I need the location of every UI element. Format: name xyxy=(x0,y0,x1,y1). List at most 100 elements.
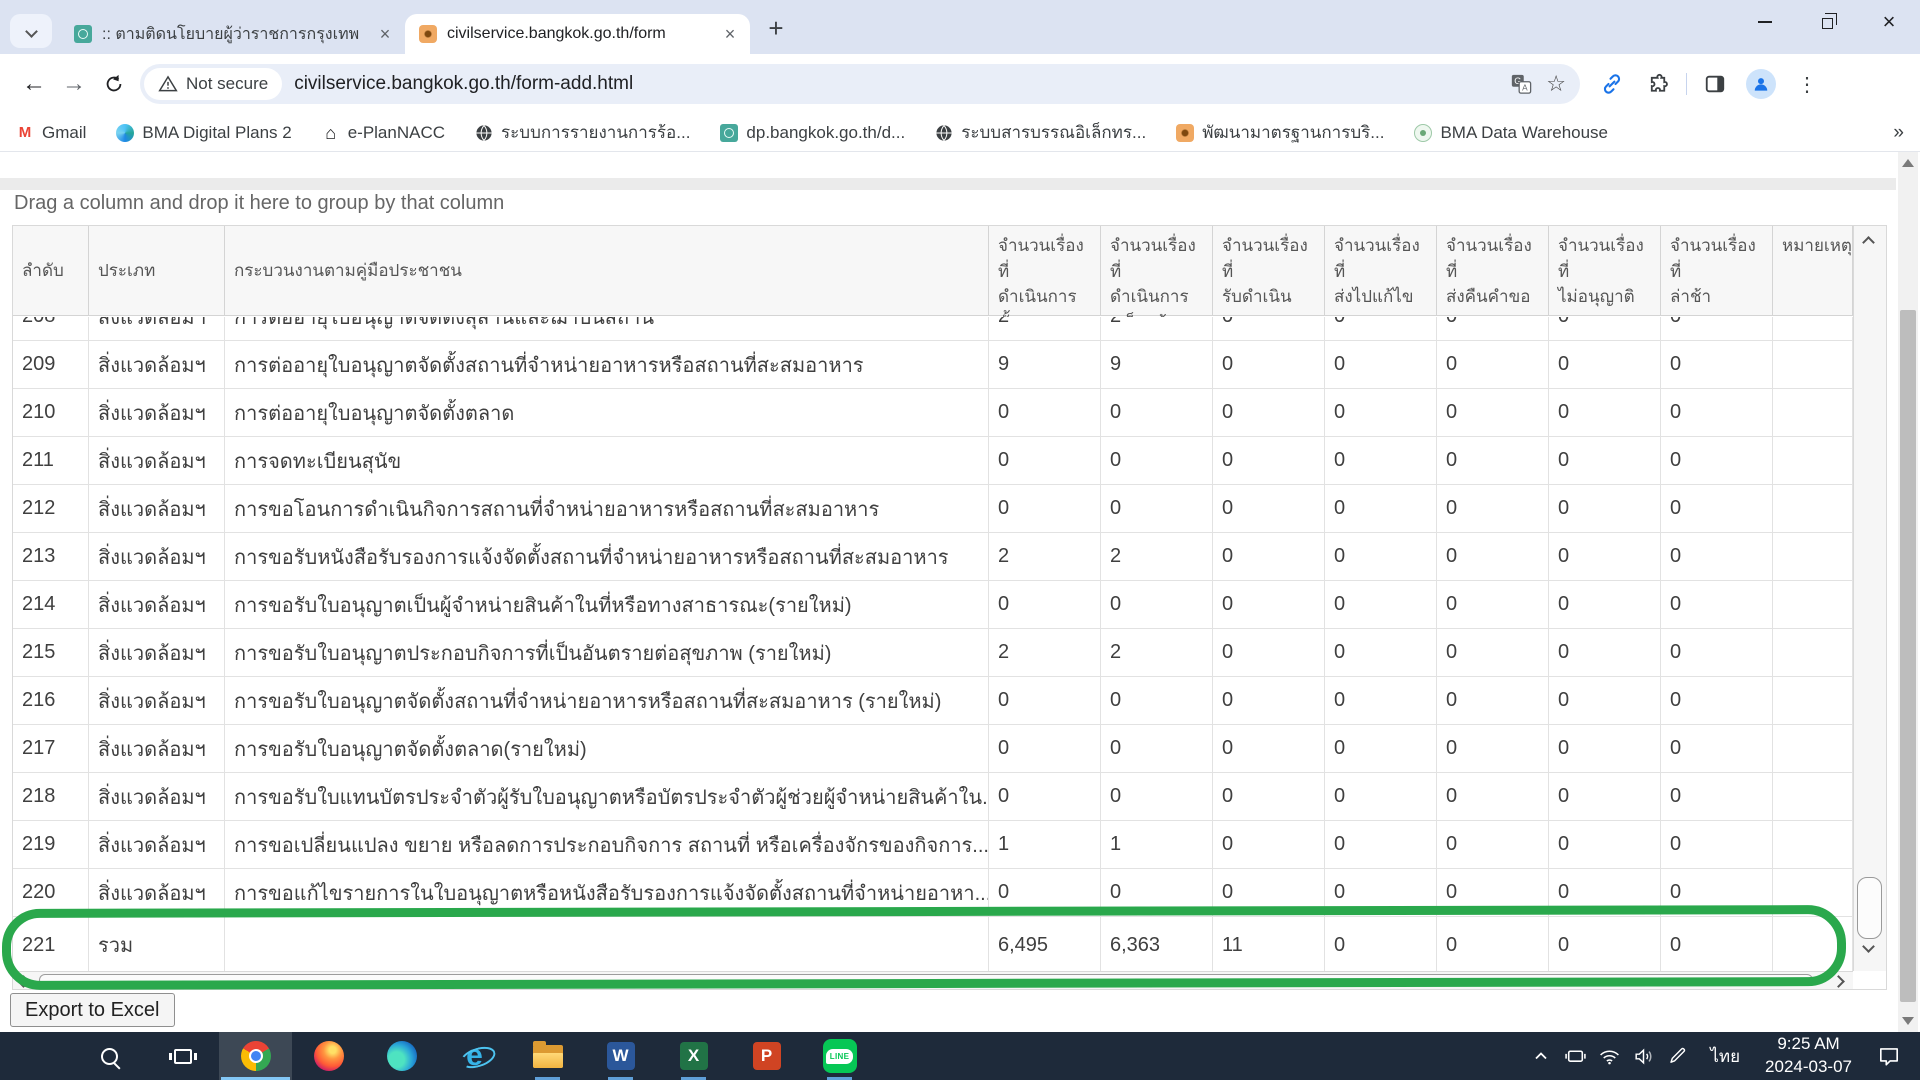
browser-tab[interactable]: civilservice.bangkok.go.th/form xyxy=(405,14,750,54)
page-scrollbar-thumb[interactable] xyxy=(1900,310,1916,1002)
volume-icon[interactable] xyxy=(1626,1035,1660,1077)
taskbar-clock[interactable]: 9:25 AM 2024-03-07 xyxy=(1765,1033,1852,1079)
language-indicator[interactable]: ไทย xyxy=(1710,1043,1740,1070)
table-row[interactable]: 218 สิ่งแวดล้อมฯ การขอรับใบแทนบัตรประจำตัว… xyxy=(13,773,1853,821)
bookmarks-overflow-icon[interactable]: » xyxy=(1893,122,1904,144)
grid-vertical-scrollbar[interactable] xyxy=(1853,226,1886,971)
table-row[interactable]: 211 สิ่งแวดล้อมฯ การจดทะเบียนสุนัข 0 0 0 0 0 0 0 xyxy=(13,437,1853,485)
browser-menu-button[interactable] xyxy=(1789,66,1825,102)
taskbar-start-button[interactable] xyxy=(0,1032,73,1080)
table-row[interactable]: 217 สิ่งแวดล้อมฯ การขอรับใบอนุญาตจัดตั้งตล… xyxy=(13,725,1853,773)
table-row[interactable]: 215 สิ่งแวดล้อมฯ การขอรับใบอนุญาตประกอบกิจ… xyxy=(13,629,1853,677)
bookmark-item[interactable]: BMA Data Warehouse xyxy=(1414,119,1608,146)
taskbar-edge-button[interactable] xyxy=(365,1032,438,1080)
table-cell: 1 xyxy=(1101,821,1213,868)
taskbar-excel-button[interactable]: X xyxy=(657,1032,730,1080)
table-row[interactable]: 208สิ่งแวดล้อมฯการต่ออายุใบอนุญาตจัดตั้ง… xyxy=(13,317,1853,341)
bookmark-item[interactable]: ระบบการรายงานการร้อ... xyxy=(475,119,690,146)
table-row[interactable]: 212 สิ่งแวดล้อมฯ การขอโอนการดำเนินกิจการสถ… xyxy=(13,485,1853,533)
export-to-excel-button[interactable]: Export to Excel xyxy=(10,993,175,1027)
cast-icon[interactable] xyxy=(1558,1035,1592,1077)
table-cell: สิ่งแวดล้อมฯ xyxy=(89,389,225,436)
column-header[interactable]: จำนวนเรื่องที่ ดำเนินการ ทั้งหมด xyxy=(989,226,1101,332)
restore-button[interactable] xyxy=(1796,0,1858,44)
table-cell: 219 xyxy=(13,821,89,868)
sharing-hub-button[interactable] xyxy=(1594,66,1630,102)
column-header[interactable]: จำนวนเรื่องที่ ไม่อนุญาติ ตามมาตรา 10 xyxy=(1549,226,1661,357)
table-cell: 0 xyxy=(1325,389,1437,436)
address-bar[interactable]: Not secure civilservice.bangkok.go.th/fo… xyxy=(140,64,1580,104)
action-center-button[interactable] xyxy=(1870,1035,1908,1077)
table-row[interactable]: 219 สิ่งแวดล้อมฯ การขอเปลี่ยนแปลง ขยาย หรื… xyxy=(13,821,1853,869)
table-cell: 1 xyxy=(989,821,1101,868)
browser-tab[interactable]: :: ตามติดนโยบายผู้ว่าราชการกรุงเทพ xyxy=(60,14,405,54)
bookmark-item[interactable]: M Gmail xyxy=(16,119,87,146)
column-header[interactable]: จำนวนเรื่องที่ ล่าช้า xyxy=(1661,226,1773,315)
table-row[interactable]: 213 สิ่งแวดล้อมฯ การขอรับหนังสือรับรองการแ… xyxy=(13,533,1853,581)
bookmark-star-icon[interactable] xyxy=(1546,73,1566,95)
table-cell: 0 xyxy=(1437,437,1549,484)
back-button[interactable] xyxy=(14,64,54,104)
pen-icon[interactable] xyxy=(1660,1035,1694,1077)
close-button[interactable] xyxy=(1858,0,1920,44)
tab-close-icon[interactable] xyxy=(718,22,742,46)
table-cell: 0 xyxy=(989,581,1101,628)
column-header[interactable]: จำนวนเรื่องที่ ส่งคืนคำขอ ตามมาตรา 9 xyxy=(1437,226,1549,357)
taskbar-chrome-button[interactable] xyxy=(219,1032,292,1080)
column-header[interactable]: ประเภท xyxy=(89,226,225,315)
table-row[interactable]: 210 สิ่งแวดล้อมฯ การต่ออายุใบอนุญาตจัดตั้ง… xyxy=(13,389,1853,437)
taskbar-line-button[interactable]: LINE xyxy=(803,1032,876,1080)
table-row[interactable]: 209 สิ่งแวดล้อมฯ การต่ออายุใบอนุญาตจัดตั้ง… xyxy=(13,341,1853,389)
extensions-button[interactable] xyxy=(1640,66,1676,102)
column-header[interactable]: ลำดับ xyxy=(13,226,89,315)
avatar xyxy=(1746,69,1776,99)
taskbar-file-explorer-button[interactable] xyxy=(511,1032,584,1080)
bookmark-item[interactable]: ระบบสารบรรณอิเล็กทร... xyxy=(935,119,1146,146)
table-row[interactable]: 216 สิ่งแวดล้อมฯ การขอรับใบอนุญาตจัดตั้งสถ… xyxy=(13,677,1853,725)
page-scrollbar[interactable] xyxy=(1898,152,1918,1032)
tab-search-button[interactable] xyxy=(10,14,52,48)
scroll-up-icon[interactable] xyxy=(1862,236,1875,249)
taskbar-internet-explorer-button[interactable]: e xyxy=(438,1032,511,1080)
chevron-up-icon[interactable] xyxy=(1524,1035,1558,1077)
translate-icon[interactable]: GA xyxy=(1510,73,1532,95)
security-chip[interactable]: Not secure xyxy=(144,68,283,100)
taskbar-powerpoint-button[interactable]: P xyxy=(730,1032,803,1080)
table-cell: 0 xyxy=(1101,725,1213,772)
column-header[interactable]: จำนวนเรื่องที่ รับดำเนินการ xyxy=(1213,226,1325,332)
table-cell: 0 xyxy=(1661,821,1773,868)
scrollbar-down-arrow[interactable] xyxy=(1902,1017,1914,1025)
grid-horizontal-scrollbar[interactable] xyxy=(13,971,1853,989)
table-row[interactable]: 214 สิ่งแวดล้อมฯ การขอรับใบอนุญาตเป็นผู้จำ… xyxy=(13,581,1853,629)
scrollbar-up-arrow[interactable] xyxy=(1902,159,1914,167)
taskbar-search-button[interactable] xyxy=(73,1032,146,1080)
column-header[interactable]: จำนวนเรื่องที่ ส่งไปแก้ไข ตามมาตรา 8 xyxy=(1325,226,1437,357)
forward-button[interactable] xyxy=(54,64,94,104)
column-header[interactable]: กระบวนงานตามคู่มือประชาชน xyxy=(225,226,989,315)
taskbar-firefox-button[interactable] xyxy=(292,1032,365,1080)
bookmark-item[interactable]: พัฒนามาตรฐานการบริ... xyxy=(1176,119,1384,146)
taskbar-word-button[interactable]: W xyxy=(584,1032,657,1080)
scroll-left-icon[interactable] xyxy=(17,975,30,988)
table-cell: 0 xyxy=(1549,533,1661,580)
new-tab-button[interactable] xyxy=(758,10,794,46)
grid-hscroll-thumb[interactable] xyxy=(39,974,1813,986)
reload-button[interactable] xyxy=(94,64,134,104)
taskbar-task-view-button[interactable] xyxy=(146,1032,219,1080)
scroll-down-icon[interactable] xyxy=(1862,940,1875,953)
minimize-button[interactable] xyxy=(1734,0,1796,44)
scroll-right-icon[interactable] xyxy=(1832,975,1845,988)
side-panel-button[interactable] xyxy=(1697,66,1733,102)
wifi-icon[interactable] xyxy=(1592,1035,1626,1077)
column-header[interactable]: จำนวนเรื่องที่ ดำเนินการ เสร็จแล้ว xyxy=(1101,226,1213,332)
bookmark-item[interactable]: dp.bangkok.go.th/d... xyxy=(720,119,905,146)
table-row[interactable]: 221 รวม 6,495 6,363 11 0 0 0 0 xyxy=(13,917,1853,972)
tab-close-icon[interactable] xyxy=(373,22,397,46)
bookmark-item[interactable]: ⌂ e-PlanNACC xyxy=(322,119,445,146)
table-cell: 0 xyxy=(1213,533,1325,580)
grid-vscroll-thumb[interactable] xyxy=(1857,877,1882,939)
column-header[interactable]: หมายเหตุ xyxy=(1773,226,1853,315)
table-row[interactable]: 220 สิ่งแวดล้อมฯ การขอแก้ไขรายการในใบอนุญา… xyxy=(13,869,1853,917)
bookmark-item[interactable]: BMA Digital Plans 2 xyxy=(116,119,292,146)
profile-button[interactable] xyxy=(1743,66,1779,102)
